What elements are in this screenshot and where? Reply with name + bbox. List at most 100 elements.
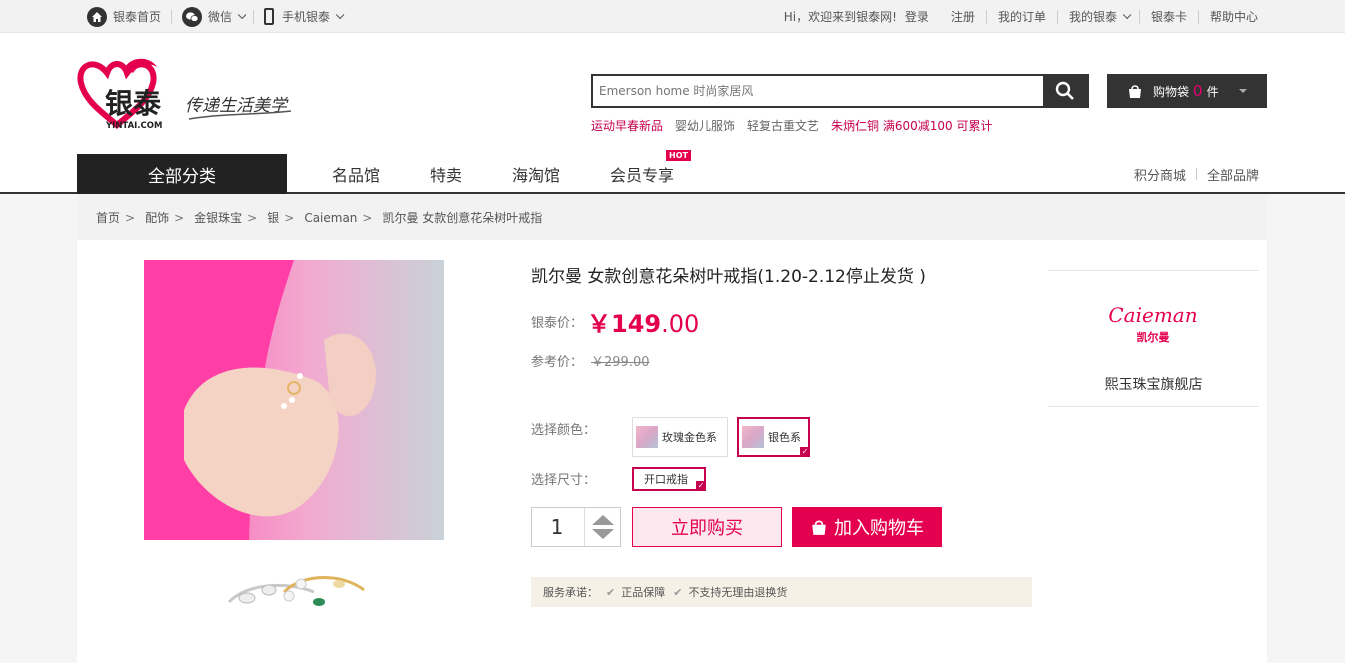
cart-button[interactable]: 购物袋 0 件: [1107, 74, 1267, 108]
shop-name[interactable]: 熙玉珠宝旗舰店: [1048, 374, 1259, 394]
service-promise: 服务承诺： ✔ 正品保障 ✔ 不支持无理由退换货: [531, 577, 1032, 607]
logo-domain: YINTAI.COM: [105, 121, 162, 131]
nav-link-overseas[interactable]: 海淘馆: [512, 162, 560, 186]
search-input[interactable]: [593, 76, 1043, 106]
nav-link-brands[interactable]: 名品馆: [332, 162, 380, 186]
orders-link[interactable]: 我的订单: [998, 8, 1046, 25]
my-yintai-menu[interactable]: 我的银泰: [1068, 8, 1132, 25]
shop-card[interactable]: Caieman 凯尔曼 熙玉珠宝旗舰店: [1048, 270, 1259, 407]
nav-link-label: 名品馆: [332, 166, 381, 185]
breadcrumb-separator: >: [125, 210, 136, 225]
breadcrumb-item[interactable]: 银: [267, 209, 279, 226]
price-decimal: .00: [661, 310, 700, 338]
product-title: 凯尔曼 女款创意花朵树叶戒指(1.20-2.12停止发货 ): [531, 267, 926, 287]
breadcrumb-item[interactable]: Caieman: [304, 211, 357, 225]
card-link[interactable]: 银泰卡: [1151, 8, 1187, 25]
check-icon: ✓: [696, 481, 706, 491]
main-nav: 全部分类 名品馆 特卖 海淘馆 会员专享 HOT 积分商城 全部品牌: [0, 150, 1345, 194]
hotword-link[interactable]: 轻复古重文艺: [747, 117, 819, 134]
shop-logo: Caieman 凯尔曼: [1088, 303, 1218, 351]
quantity-input[interactable]: [532, 508, 582, 546]
top-utility-bar: 银泰首页 微信 手机银泰 Hi，欢迎来到银泰网! 登录 注册 我的订单 我的银泰…: [0, 0, 1345, 33]
breadcrumb: 首页 > 配饰 > 金银珠宝 > 银 > Caieman > 凯尔曼 女款创意花朵树叶戒指: [77, 195, 1267, 240]
hotword-link[interactable]: 朱炳仁铜 满600减100 可累计: [831, 117, 992, 134]
product-main-image[interactable]: [144, 260, 444, 540]
caret-down-icon: [1239, 89, 1247, 93]
divider: [1195, 168, 1197, 180]
decrease-arrow-icon[interactable]: [592, 529, 614, 539]
help-link[interactable]: 帮助中心: [1210, 8, 1258, 25]
product-detail: 凯尔曼 女款创意花朵树叶戒指(1.20-2.12停止发货 ) 银泰价： ￥149…: [77, 240, 1267, 663]
reference-price: ￥299.00: [591, 355, 650, 370]
price-integer: 149: [611, 310, 662, 338]
cart-label: 购物袋: [1153, 84, 1190, 99]
check-icon: ✔: [673, 585, 683, 599]
color-option-rose-gold[interactable]: 玫瑰金色系: [632, 417, 728, 457]
color-option-silver[interactable]: 银色系 ✓: [737, 417, 810, 457]
site-logo[interactable]: 银泰 YINTAI.COM 传递生活美学: [77, 53, 297, 133]
currency-symbol: ￥: [587, 310, 612, 338]
hotword-link[interactable]: 婴幼儿服饰: [675, 117, 735, 134]
shopping-bag-icon: [812, 520, 826, 535]
price-row: 银泰价： ￥149.00: [531, 304, 699, 339]
home-link[interactable]: 银泰首页: [87, 6, 162, 27]
all-brands-link[interactable]: 全部品牌: [1207, 165, 1259, 184]
breadcrumb-separator: >: [247, 210, 258, 225]
breadcrumb-item[interactable]: 配饰: [145, 209, 169, 226]
sale-price: ￥149.00: [587, 304, 699, 339]
divider: [171, 9, 173, 24]
breadcrumb-separator: >: [284, 210, 295, 225]
nav-link-sale[interactable]: 特卖: [430, 162, 462, 186]
nav-link-label: 海淘馆: [512, 166, 561, 185]
breadcrumb-separator: >: [174, 210, 185, 225]
reference-price-row: 参考价： ￥299.00: [531, 351, 650, 370]
size-label: 选择尺寸：: [531, 473, 597, 488]
points-mall-link[interactable]: 积分商城: [1134, 165, 1186, 184]
hotword-link[interactable]: 运动早春新品: [591, 117, 663, 134]
add-to-cart-label: 加入购物车: [834, 518, 924, 539]
buy-now-button[interactable]: 立即购买: [632, 507, 782, 547]
color-option-label: 玫瑰金色系: [662, 431, 717, 444]
search-icon: [1055, 81, 1074, 100]
shopping-bag-icon: [1129, 85, 1141, 98]
search-button[interactable]: [1043, 76, 1087, 106]
breadcrumb-item[interactable]: 金银珠宝: [194, 209, 242, 226]
mobile-menu[interactable]: 手机银泰: [264, 8, 345, 25]
cart-unit: 件: [1206, 84, 1219, 99]
phone-icon: [264, 8, 275, 25]
welcome-text: Hi，欢迎来到银泰网!: [783, 10, 897, 24]
nav-link-label: 特卖: [430, 166, 463, 185]
color-label: 选择颜色：: [531, 423, 597, 438]
hot-search-words: 运动早春新品 婴幼儿服饰 轻复古重文艺 朱炳仁铜 满600减100 可累计: [591, 117, 1005, 134]
mobile-label: 手机银泰: [282, 10, 331, 24]
wechat-menu[interactable]: 微信: [182, 6, 247, 27]
hot-badge: HOT: [666, 150, 691, 161]
product-thumbnail[interactable]: [219, 562, 369, 622]
nav-link-members[interactable]: 会员专享 HOT: [610, 150, 691, 186]
add-to-cart-button[interactable]: 加入购物车: [792, 507, 942, 547]
breadcrumb-current: 凯尔曼 女款创意花朵树叶戒指: [382, 211, 543, 225]
reference-price-label: 参考价：: [531, 355, 584, 370]
chevron-down-icon: [335, 10, 345, 19]
breadcrumb-separator: >: [362, 210, 373, 225]
login-link[interactable]: 登录: [905, 8, 929, 25]
shop-logo-cn: 凯尔曼: [1136, 331, 1170, 344]
check-icon: ✔: [606, 585, 616, 599]
increase-arrow-icon[interactable]: [592, 515, 614, 525]
size-option-open-ring[interactable]: 开口戒指 ✓: [632, 467, 706, 491]
divider: [1056, 9, 1058, 24]
home-link-label: 银泰首页: [113, 10, 162, 24]
register-link[interactable]: 注册: [951, 8, 975, 25]
quantity-steps: [584, 508, 620, 546]
search-box: [591, 74, 1089, 108]
my-yintai-label: 我的银泰: [1068, 10, 1117, 24]
divider: [253, 9, 255, 24]
wechat-icon: [182, 6, 203, 27]
breadcrumb-item[interactable]: 首页: [96, 209, 120, 226]
price-label: 银泰价：: [531, 316, 584, 331]
logo-text: 银泰: [105, 87, 162, 120]
all-categories-button[interactable]: 全部分类: [77, 154, 287, 194]
chevron-down-icon: [1122, 10, 1132, 19]
quantity-stepper: [531, 507, 621, 547]
divider: [1197, 9, 1199, 24]
